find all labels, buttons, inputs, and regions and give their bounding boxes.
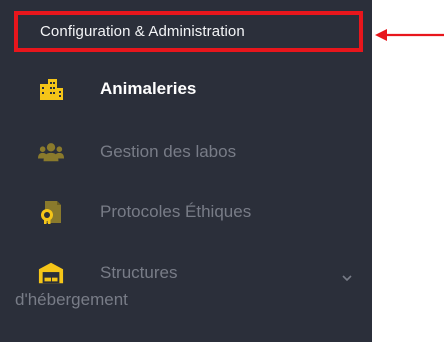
- building-icon: [38, 76, 64, 102]
- sidebar-item-label: Protocoles Éthiques: [100, 202, 252, 221]
- certificate-document-icon: [38, 199, 64, 225]
- section-header: Configuration & Administration: [14, 11, 363, 52]
- sidebar-item-label: Gestion des labos: [100, 142, 237, 161]
- section-title: Configuration & Administration: [40, 23, 245, 40]
- sidebar-item-gestion-des-labos[interactable]: Gestion des labos: [0, 135, 372, 169]
- sidebar-item-label: Structures: [100, 263, 178, 282]
- chevron-down-icon[interactable]: [340, 271, 354, 285]
- sidebar-item-label: Animaleries: [100, 79, 197, 98]
- sidebar-item-structures-hebergement[interactable]: Structures: [0, 256, 372, 290]
- annotation-arrow-icon: [375, 29, 444, 41]
- sidebar-item-animaleries[interactable]: Animaleries: [0, 72, 372, 106]
- sidebar-item-label-continued: d'hébergement: [15, 290, 128, 309]
- users-group-icon: [38, 139, 64, 165]
- sidebar: Configuration & Administration Animaleri…: [0, 0, 372, 342]
- warehouse-icon: [38, 260, 64, 286]
- sidebar-item-protocoles-ethiques[interactable]: Protocoles Éthiques: [0, 195, 372, 229]
